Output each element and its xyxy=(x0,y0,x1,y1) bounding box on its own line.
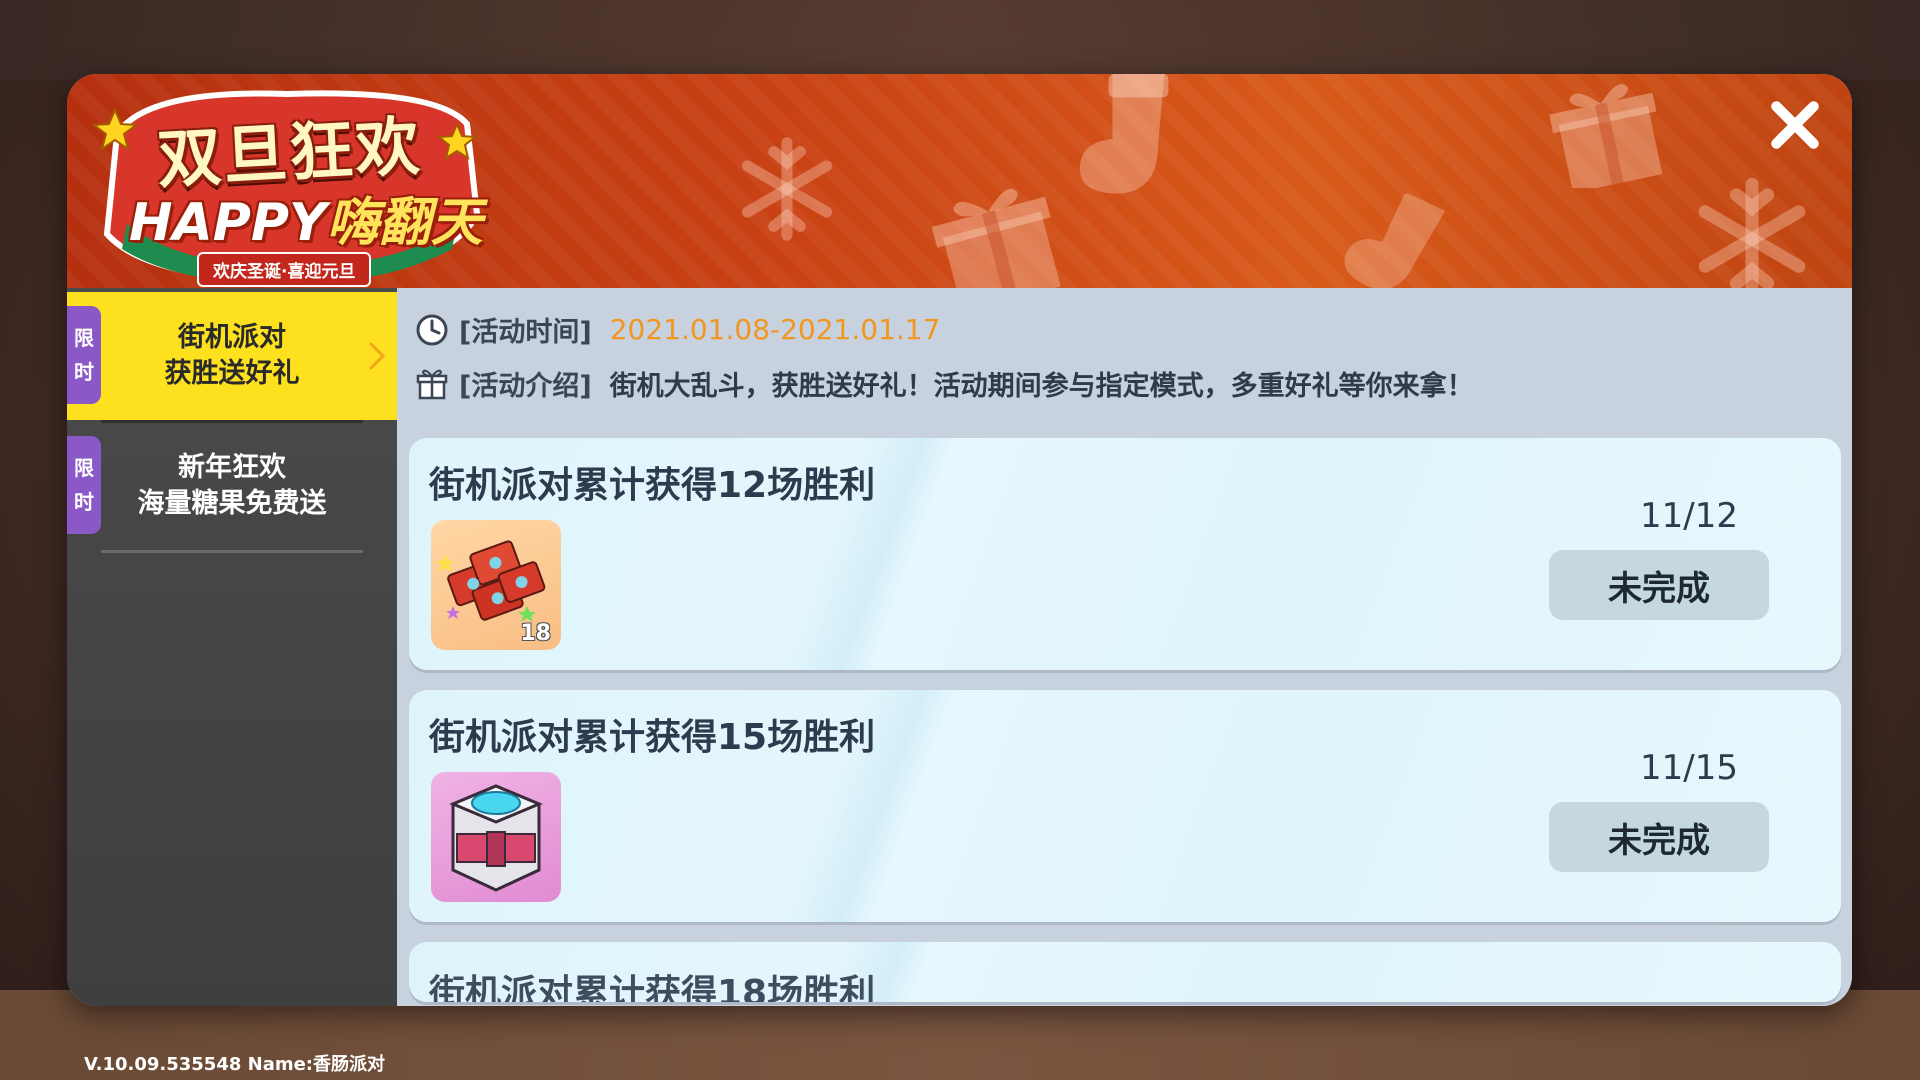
task-card: 街机派对累计获得12场胜利 18 11/12 未完成 xyxy=(409,438,1841,670)
event-time-label: [活动时间] xyxy=(459,317,592,348)
event-logo: 双旦狂欢 HAPPY嗨翻天 欢庆圣诞·喜迎元旦 xyxy=(87,84,487,287)
badge-char: 限 xyxy=(74,326,94,350)
gift-icon xyxy=(416,369,448,399)
tab-label-line1: 新年狂欢 xyxy=(178,452,286,483)
snowflake-icon xyxy=(1698,177,1806,288)
event-modal: 双旦狂欢 HAPPY嗨翻天 欢庆圣诞·喜迎元旦 限 时 街机派对 获胜送好礼 限… xyxy=(67,74,1852,1006)
tab-new-year-carnival[interactable]: 限 时 新年狂欢 海量糖果免费送 xyxy=(67,422,397,550)
background-top xyxy=(0,0,1920,80)
treasure-chest-icon xyxy=(449,784,543,892)
chevron-right-icon xyxy=(369,342,386,370)
tab-label-line1: 街机派对 xyxy=(178,322,286,353)
task-progress: 11/12 xyxy=(1640,496,1738,536)
version-label: V.10.09.535548 Name:香肠派对 xyxy=(84,1054,386,1075)
event-time-value: 2021.01.08-2021.01.17 xyxy=(609,313,941,346)
logo-happy-en: HAPPY xyxy=(129,193,327,253)
event-intro-value: 街机大乱斗，获胜送好礼！活动期间参与指定模式，多重好礼等你来拿！ xyxy=(609,371,1474,402)
task-status-button[interactable]: 未完成 xyxy=(1549,802,1769,872)
tab-label-line2: 获胜送好礼 xyxy=(164,358,300,389)
event-time-row: [活动时间] 2021.01.08-2021.01.17 xyxy=(415,310,940,349)
tab-label: 新年狂欢 海量糖果免费送 xyxy=(107,422,357,550)
logo-subtitle: 欢庆圣诞·喜迎元旦 xyxy=(197,252,372,287)
gift-icon xyxy=(1549,84,1663,188)
event-intro-row: [活动介绍] 街机大乱斗，获胜送好礼！活动期间参与指定模式，多重好礼等你来拿！ xyxy=(415,364,1474,403)
reward-count: 18 xyxy=(520,621,551,646)
tab-label: 街机派对 获胜送好礼 xyxy=(107,292,357,420)
task-card: 街机派对累计获得18场胜利 xyxy=(409,942,1841,1002)
snowflake-icon xyxy=(741,137,833,241)
task-title: 街机派对累计获得18场胜利 xyxy=(429,973,876,1002)
logo-happy: HAPPY嗨翻天 xyxy=(129,180,483,255)
event-sidebar: 限 时 街机派对 获胜送好礼 限 时 新年狂欢 海量糖果免费送 xyxy=(67,288,397,1006)
close-icon[interactable] xyxy=(1764,94,1826,156)
task-title: 街机派对累计获得15场胜利 xyxy=(429,717,876,758)
logo-happy-cn: 嗨翻天 xyxy=(326,193,483,253)
reward-item[interactable] xyxy=(431,772,561,902)
limited-time-badge: 限 时 xyxy=(67,436,101,534)
event-intro-label: [活动介绍] xyxy=(459,371,592,402)
event-content: [活动时间] 2021.01.08-2021.01.17 [活动介绍] 街机大乱… xyxy=(397,288,1852,1006)
task-status-button[interactable]: 未完成 xyxy=(1549,550,1769,620)
header-banner: 双旦狂欢 HAPPY嗨翻天 欢庆圣诞·喜迎元旦 xyxy=(67,74,1852,288)
task-progress: 11/15 xyxy=(1640,748,1738,788)
stocking-icon xyxy=(1344,194,1446,288)
task-title: 街机派对累计获得12场胜利 xyxy=(429,465,876,506)
badge-char: 时 xyxy=(74,360,94,384)
tab-label-line2: 海量糖果免费送 xyxy=(137,488,327,519)
stocking-icon xyxy=(1079,74,1169,194)
badge-char: 时 xyxy=(74,490,94,514)
reward-item[interactable]: 18 xyxy=(431,520,561,650)
gift-icon xyxy=(931,188,1061,288)
limited-time-badge: 限 时 xyxy=(67,306,101,404)
badge-char: 限 xyxy=(74,456,94,480)
clock-icon xyxy=(416,314,448,345)
task-card: 街机派对累计获得15场胜利 11/15 未完成 xyxy=(409,690,1841,922)
tab-arcade-party[interactable]: 限 时 街机派对 获胜送好礼 xyxy=(67,292,397,420)
tab-divider xyxy=(101,550,363,553)
